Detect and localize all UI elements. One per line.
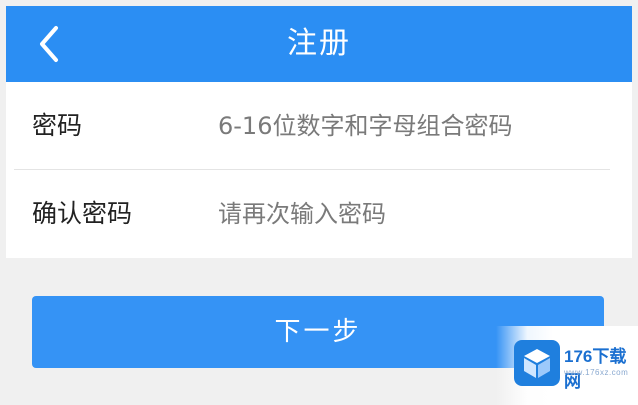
app-header: 注册 (6, 6, 632, 82)
screen: 注册 密码 确认密码 下一步 176下载网 www.176xz.com (0, 0, 638, 405)
password-form: 密码 确认密码 (6, 82, 632, 258)
site-watermark: 176下载网 www.176xz.com (496, 326, 638, 405)
password-input[interactable] (218, 100, 618, 152)
box-logo-icon (514, 340, 560, 386)
page-title: 注册 (287, 26, 351, 61)
confirm-password-input[interactable] (218, 188, 618, 240)
watermark-url: www.176xz.com (564, 368, 629, 377)
password-row: 密码 (6, 82, 632, 170)
confirm-password-row: 确认密码 (6, 170, 632, 258)
confirm-password-label: 确认密码 (32, 199, 133, 228)
watermark-text: 176下载网 (564, 347, 627, 391)
password-label: 密码 (32, 111, 83, 140)
